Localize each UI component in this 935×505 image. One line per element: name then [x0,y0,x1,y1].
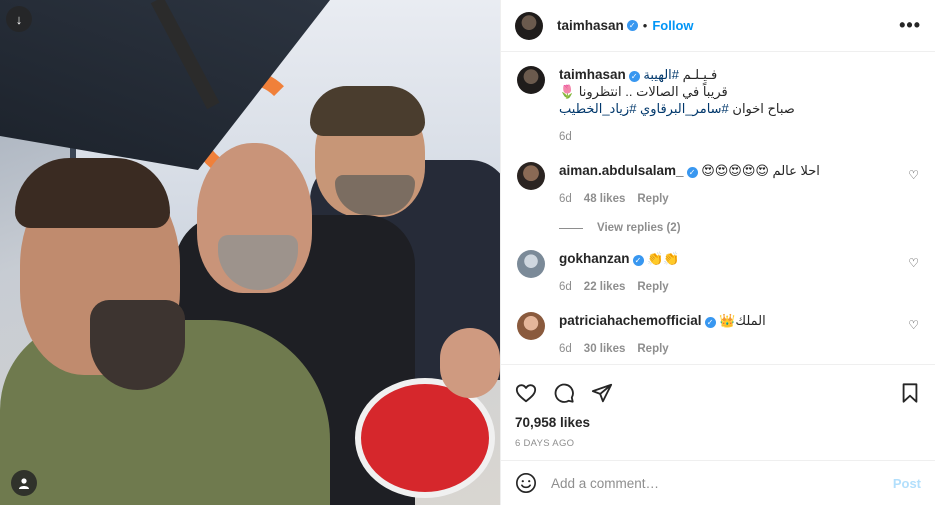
instagram-post: uturo ↓ taimhasan ✓ • F [0,0,935,505]
comment-item: gokhanzan ✓ 👏👏 6d 22 likes Reply ♡ [517,250,919,296]
person-icon [19,478,29,489]
post-side-panel: taimhasan ✓ • Follow ••• taimhasan ✓ فـيـ… [500,0,935,505]
comment-text: احلا عالم 😍😍😍😍😍 [701,163,820,178]
header-separator: • [642,18,648,33]
reply-button[interactable]: Reply [637,341,668,358]
commenter-username[interactable]: gokhanzan [559,251,630,266]
follow-button[interactable]: Follow [652,18,693,33]
comment-text: 👏👏 [647,251,680,266]
likes-count[interactable]: 70,958 likes [515,415,921,430]
hands [440,328,500,398]
caption: taimhasan ✓ فـيـلـم #الهيبة قريباً في الص… [517,66,919,146]
more-options-icon[interactable]: ••• [899,15,921,36]
comment-likes[interactable]: 22 likes [584,279,626,296]
reply-button[interactable]: Reply [637,279,668,296]
action-icons [515,373,921,413]
replies-line [559,227,583,229]
comment-item: patriciahachemofficial ✓ الملك👑 6d 30 lik… [517,312,919,358]
comment-meta: 6d 22 likes Reply [559,279,919,296]
verified-icon: ✓ [686,167,698,178]
person-right-hair [310,86,425,136]
commenter-avatar[interactable] [517,250,545,278]
caption-time[interactable]: 6d [559,129,572,146]
post-time-ago[interactable]: 6 DAYS AGO [515,438,921,449]
download-icon[interactable]: ↓ [6,6,32,32]
tagged-user-icon[interactable] [11,470,37,496]
comment-item: aiman.abdulsalam_ ✓ احلا عالم 😍😍😍😍😍 6d 48… [517,162,919,208]
comment-like-heart-icon[interactable]: ♡ [908,256,919,270]
save-bookmark-icon[interactable] [899,382,921,404]
comment-like-heart-icon[interactable]: ♡ [908,318,919,332]
comment-body: patriciahachemofficial ✓ الملك👑 6d 30 lik… [559,312,919,358]
comment-bubble-icon[interactable] [553,382,575,404]
caption-line-1-text: فـيـلـم [679,67,718,82]
post-photo[interactable]: uturo ↓ [0,0,500,505]
author-avatar[interactable] [515,11,543,40]
emoji-smiley-icon[interactable] [515,472,537,494]
caption-line-2: قريباً في الصالات .. انتظرونا 🌷 [559,84,728,99]
comment-input[interactable] [551,475,893,491]
comment-time[interactable]: 6d [559,191,572,208]
comments-list[interactable]: taimhasan ✓ فـيـلـم #الهيبة قريباً في الص… [501,52,935,364]
verified-icon: ✓ [628,71,640,82]
verified-icon: ✓ [632,255,644,266]
commenter-avatar[interactable] [517,312,545,340]
comment-text: الملك👑 [719,313,766,328]
caption-body: taimhasan ✓ فـيـلـم #الهيبة قريباً في الص… [559,66,919,146]
caption-line-3-text: صباح اخوان [728,101,795,116]
caption-hashtags[interactable]: #سامر_البرقاوي #زياد_الخطيب [559,101,729,116]
comment-meta: 6d 48 likes Reply [559,191,919,208]
add-comment-bar: Post [501,460,935,505]
comment-time[interactable]: 6d [559,279,572,296]
caption-line-3: صباح اخوان #سامر_البرقاوي #زياد_الخطيب [559,100,919,117]
author-username[interactable]: taimhasan [557,18,624,33]
view-replies-button[interactable]: View replies (2) [559,222,919,234]
post-comment-button[interactable]: Post [893,476,921,491]
verified-icon: ✓ [704,317,716,328]
caption-line-1: فـيـلـم #الهيبة [643,67,717,82]
commenter-username[interactable]: patriciahachemofficial [559,313,702,328]
comment-time[interactable]: 6d [559,341,572,358]
comment-like-heart-icon[interactable]: ♡ [908,168,919,182]
comment-likes[interactable]: 48 likes [584,191,626,208]
caption-hashtag[interactable]: #الهيبة [643,67,679,82]
commenter-username[interactable]: aiman.abdulsalam_ [559,163,684,178]
like-heart-icon[interactable] [515,382,537,404]
comment-body: aiman.abdulsalam_ ✓ احلا عالم 😍😍😍😍😍 6d 48… [559,162,919,208]
share-send-icon[interactable] [591,382,613,404]
post-header: taimhasan ✓ • Follow ••• [501,0,935,52]
commenter-avatar[interactable] [517,162,545,190]
caption-avatar[interactable] [517,66,545,94]
view-replies-label: View replies (2) [597,222,681,234]
comment-likes[interactable]: 30 likes [584,341,626,358]
comment-body: gokhanzan ✓ 👏👏 6d 22 likes Reply [559,250,919,296]
verified-icon: ✓ [626,20,638,31]
person-left-hair [15,158,170,228]
post-actions: 70,958 likes 6 DAYS AGO [501,364,935,460]
caption-username[interactable]: taimhasan [559,67,626,82]
reply-button[interactable]: Reply [637,191,668,208]
caption-meta: 6d [559,129,919,146]
comment-meta: 6d 30 likes Reply [559,341,919,358]
